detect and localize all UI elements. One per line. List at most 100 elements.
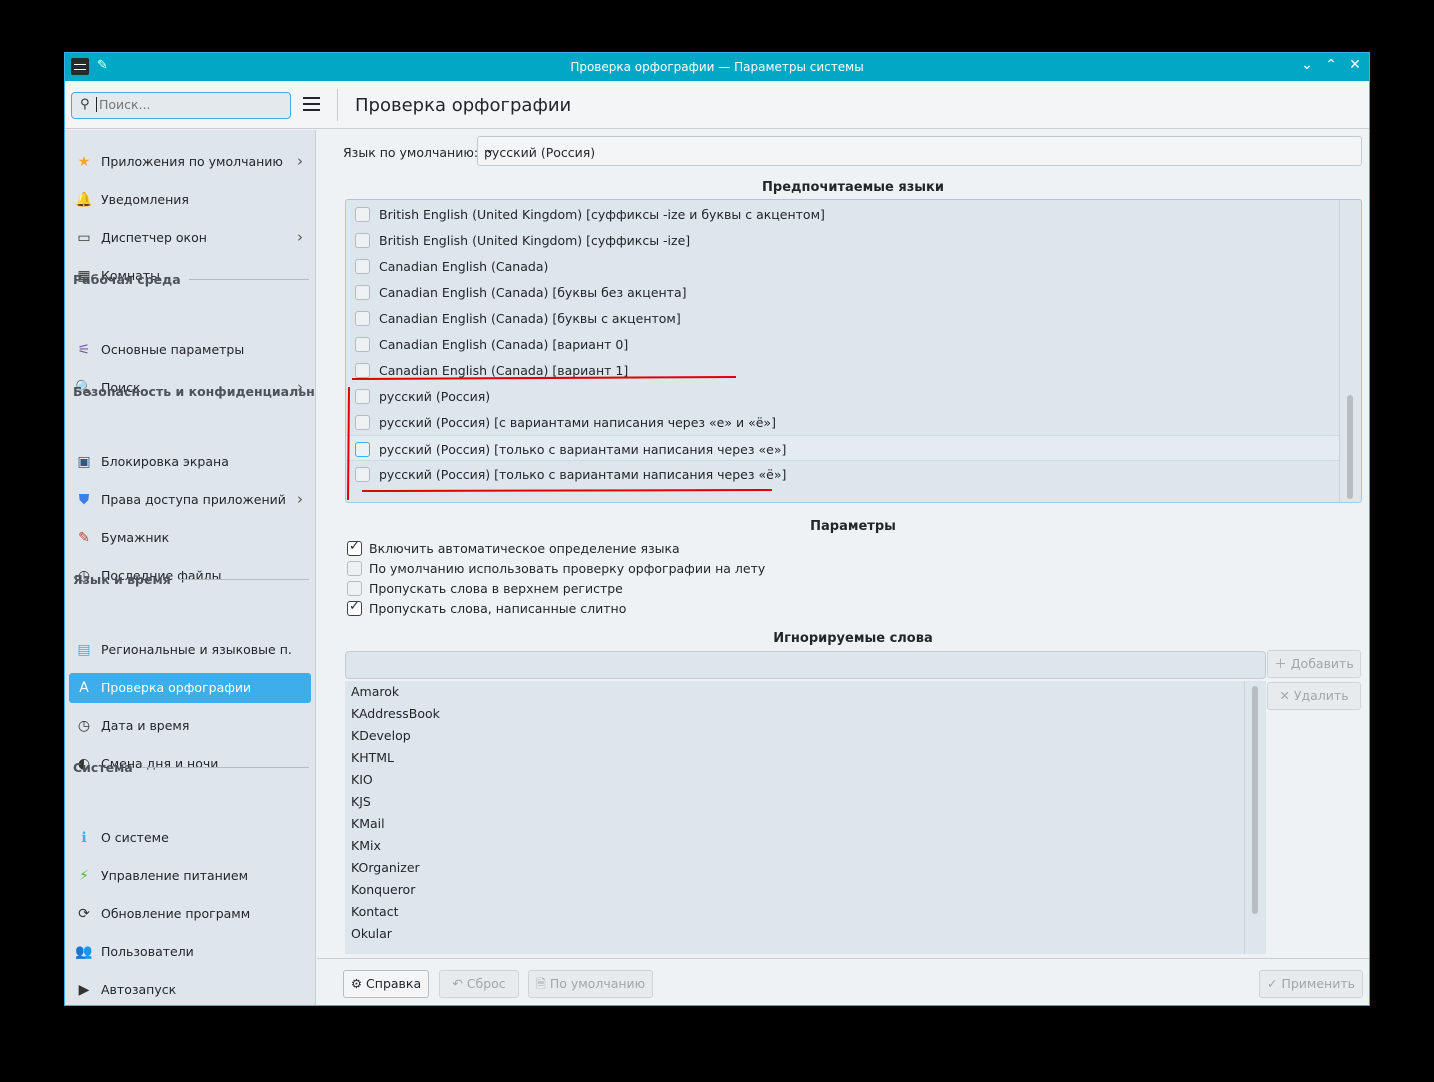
- ignored-word-item[interactable]: KDevelop: [351, 728, 411, 743]
- language-checkbox[interactable]: [355, 259, 370, 274]
- shield-icon: ⛊: [78, 492, 90, 508]
- language-row[interactable]: Canadian English (Canada) [буквы без акц…: [346, 279, 1339, 305]
- sidebar-item[interactable]: ⛊ Права доступа приложений ›: [69, 485, 311, 515]
- option-checkbox[interactable]: [347, 581, 362, 596]
- sidebar-item[interactable]: 🔔 Уведомления: [69, 185, 311, 215]
- language-row[interactable]: Canadian English (Canada) [вариант 0]: [346, 331, 1339, 357]
- language-checkbox[interactable]: [355, 311, 370, 326]
- title-bar: ✎ Проверка орфографии — Параметры систем…: [65, 53, 1369, 81]
- sidebar-item[interactable]: ▶ Автозапуск: [69, 975, 311, 1005]
- apply-button[interactable]: ✓ Применить: [1259, 970, 1363, 998]
- sidebar-item[interactable]: ★ Приложения по умолчанию ›: [69, 147, 311, 177]
- ignored-word-item[interactable]: KMix: [351, 838, 381, 853]
- sidebar-section-header: Рабочая среда: [73, 272, 309, 287]
- remove-word-button[interactable]: ✕ Удалить: [1267, 682, 1361, 710]
- search-input[interactable]: [96, 97, 276, 112]
- apply-label: Применить: [1281, 976, 1355, 991]
- page-title: Проверка орфографии: [355, 95, 572, 116]
- language-checkbox[interactable]: [355, 233, 370, 248]
- minimize-button[interactable]: ⌄: [1297, 57, 1317, 73]
- ignored-word-item[interactable]: Okular: [351, 926, 392, 941]
- languages-scrollbar[interactable]: [1339, 200, 1361, 502]
- language-row[interactable]: русский (Россия) [только с вариантами на…: [346, 461, 1339, 487]
- ignored-word-item[interactable]: KHTML: [351, 750, 394, 765]
- reset-label: Сброс: [466, 976, 506, 991]
- ignored-word-item[interactable]: KJS: [351, 794, 371, 809]
- ignored-word-item[interactable]: Kontact: [351, 904, 398, 919]
- sidebar-item[interactable]: ✎ Бумажник: [69, 523, 311, 553]
- language-row[interactable]: русский (Россия): [346, 383, 1339, 409]
- ignored-word-item[interactable]: KIO: [351, 772, 373, 787]
- reset-button[interactable]: ↶ Сброс: [439, 970, 519, 998]
- search-field[interactable]: ⚲: [71, 92, 291, 119]
- ignored-words-list: Amarok KAddressBook KDevelop KHTML KIO KJS KMa…: [345, 681, 1266, 954]
- sidebar-item[interactable]: ⟳ Обновление программ: [69, 899, 311, 929]
- preferred-languages-list: British English (United Kingdom) [суффик…: [345, 199, 1362, 503]
- ignored-word-item[interactable]: Amarok: [351, 684, 399, 699]
- sidebar-item-label: Управление питанием: [101, 868, 249, 883]
- sidebar-item-label: Автозапуск: [101, 982, 177, 997]
- sidebar-item[interactable]: ▭ Диспетчер окон ›: [69, 223, 311, 253]
- undo-icon: ↶: [452, 976, 467, 991]
- language-checkbox[interactable]: [355, 337, 370, 352]
- sidebar-item-label: Обновление программ: [101, 906, 251, 921]
- ignored-words-scrollbar[interactable]: [1244, 681, 1266, 954]
- sidebar-item[interactable]: A Проверка орфографии: [69, 673, 311, 703]
- language-label: British English (United Kingdom) [суффик…: [379, 207, 825, 222]
- close-icon: ✕: [1279, 688, 1294, 703]
- default-language-select[interactable]: русский (Россия) ⌄: [477, 136, 1362, 166]
- language-checkbox[interactable]: [355, 415, 370, 430]
- language-checkbox[interactable]: [355, 467, 370, 482]
- help-icon: ⚙: [350, 976, 367, 991]
- close-button[interactable]: ✕: [1345, 57, 1365, 73]
- language-checkbox[interactable]: [355, 389, 370, 404]
- language-row[interactable]: Canadian English (Canada): [346, 253, 1339, 279]
- option-checkbox[interactable]: [347, 599, 362, 616]
- sidebar-item-label: О системе: [101, 830, 169, 845]
- ignored-word-input[interactable]: [345, 651, 1266, 679]
- update-icon: ⟳: [78, 906, 90, 922]
- sidebar-item[interactable]: 👥 Пользователи: [69, 937, 311, 967]
- help-label: Справка: [366, 976, 422, 991]
- settings-window: ✎ Проверка орфографии — Параметры систем…: [64, 52, 1370, 1006]
- language-checkbox[interactable]: [355, 285, 370, 300]
- defaults-button[interactable]: 🗎 По умолчанию: [528, 970, 653, 998]
- sidebar-item-label: Пользователи: [101, 944, 194, 959]
- add-word-button[interactable]: ＋ Добавить: [1267, 650, 1361, 678]
- sidebar-item[interactable]: ⚡ Управление питанием: [69, 861, 311, 891]
- language-checkbox[interactable]: [355, 442, 370, 457]
- language-row[interactable]: British English (United Kingdom) [суффик…: [346, 201, 1339, 227]
- language-checkbox[interactable]: [355, 207, 370, 222]
- language-row[interactable]: русский (Россия) [только с вариантами на…: [346, 435, 1339, 461]
- sidebar-item-label: Дата и время: [101, 718, 190, 733]
- language-row[interactable]: Canadian English (Canada) [вариант 1]: [346, 357, 1339, 383]
- option-label: По умолчанию использовать проверку орфог…: [369, 561, 766, 576]
- option-checkbox[interactable]: [347, 539, 362, 556]
- language-row[interactable]: British English (United Kingdom) [суффик…: [346, 227, 1339, 253]
- window-title: Проверка орфографии — Параметры системы: [570, 60, 864, 74]
- sidebar-item[interactable]: ⚟ Основные параметры: [69, 335, 311, 365]
- option-checkbox[interactable]: [347, 561, 362, 576]
- maximize-button[interactable]: ⌃: [1321, 57, 1341, 73]
- sidebar-section-header: Язык и время: [73, 572, 309, 587]
- sidebar-item[interactable]: ▣ Блокировка экрана: [69, 447, 311, 477]
- language-checkbox[interactable]: [355, 363, 370, 378]
- sidebar-item-label: Основные параметры: [101, 342, 245, 357]
- sidebar-item[interactable]: ◷ Дата и время: [69, 711, 311, 741]
- sidebar-item[interactable]: ▤ Региональные и языковые п...: [69, 635, 311, 665]
- help-button[interactable]: ⚙ Справка: [343, 970, 429, 998]
- sidebar-item-label: Уведомления: [101, 192, 189, 207]
- option-label: Включить автоматическое определение язык…: [369, 541, 680, 556]
- ignored-word-item[interactable]: KMail: [351, 816, 385, 831]
- ignored-word-item[interactable]: KAddressBook: [351, 706, 440, 721]
- language-row[interactable]: русский (Россия) [с вариантами написания…: [346, 409, 1339, 435]
- ignored-word-item[interactable]: Konqueror: [351, 882, 415, 897]
- remove-label: Удалить: [1293, 688, 1349, 703]
- window-icon: ▭: [77, 230, 91, 246]
- chevron-right-icon: ›: [297, 490, 303, 508]
- star-icon: ★: [77, 154, 91, 170]
- sidebar-item[interactable]: ℹ О системе: [69, 823, 311, 853]
- hamburger-menu-button[interactable]: [303, 97, 320, 115]
- language-row[interactable]: Canadian English (Canada) [буквы с акцен…: [346, 305, 1339, 331]
- ignored-word-item[interactable]: KOrganizer: [351, 860, 420, 875]
